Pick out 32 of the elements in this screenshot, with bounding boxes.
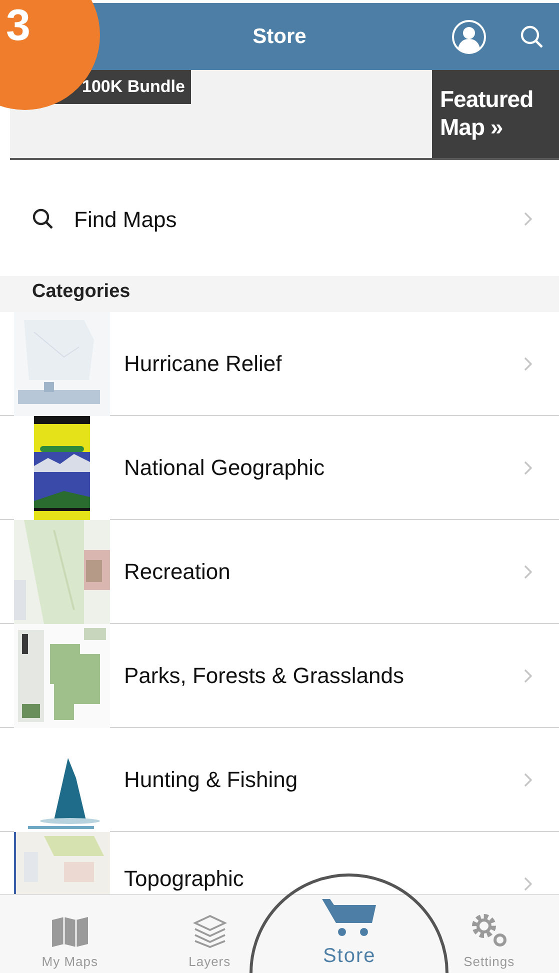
chevron-right-icon <box>523 668 533 684</box>
bundle-label: 100K Bundle <box>82 76 185 98</box>
chevron-right-icon <box>523 460 533 476</box>
folded-map-icon <box>50 916 90 948</box>
category-label: National Geographic <box>124 454 326 480</box>
categories-heading: Categories <box>32 280 130 304</box>
category-label: Hurricane Relief <box>124 350 283 376</box>
category-row[interactable]: Recreation <box>0 520 559 624</box>
header-title: Store <box>252 24 306 50</box>
step-number: 3 <box>6 4 30 48</box>
category-label: Topographic <box>124 866 245 892</box>
category-row[interactable]: Parks, Forests & Grasslands <box>0 624 559 728</box>
chevron-right-icon <box>523 356 533 372</box>
chevron-right-icon <box>523 211 533 227</box>
layers-icon <box>192 914 228 948</box>
chevron-right-icon <box>523 876 533 892</box>
chevron-right-icon <box>523 772 533 788</box>
tab-bar-item[interactable]: Store <box>280 895 420 973</box>
featured-label: Featured <box>440 86 534 114</box>
category-label: Parks, Forests & Grasslands <box>124 662 405 688</box>
account-icon[interactable] <box>451 19 487 55</box>
category-label: Recreation <box>124 558 232 584</box>
featured-map-link[interactable]: Map » <box>440 114 503 142</box>
chevron-right-icon <box>523 564 533 580</box>
banner[interactable]: 100K Bundle Featured Map » <box>10 70 559 160</box>
find-maps-label: Find Maps <box>74 206 178 234</box>
search-icon[interactable] <box>519 24 545 50</box>
search-icon <box>32 208 54 230</box>
category-label: Hunting & Fishing <box>124 766 299 792</box>
category-row[interactable]: National Geographic <box>0 416 559 520</box>
category-row[interactable]: Hurricane Relief <box>0 312 559 416</box>
gears-icon <box>469 912 510 948</box>
